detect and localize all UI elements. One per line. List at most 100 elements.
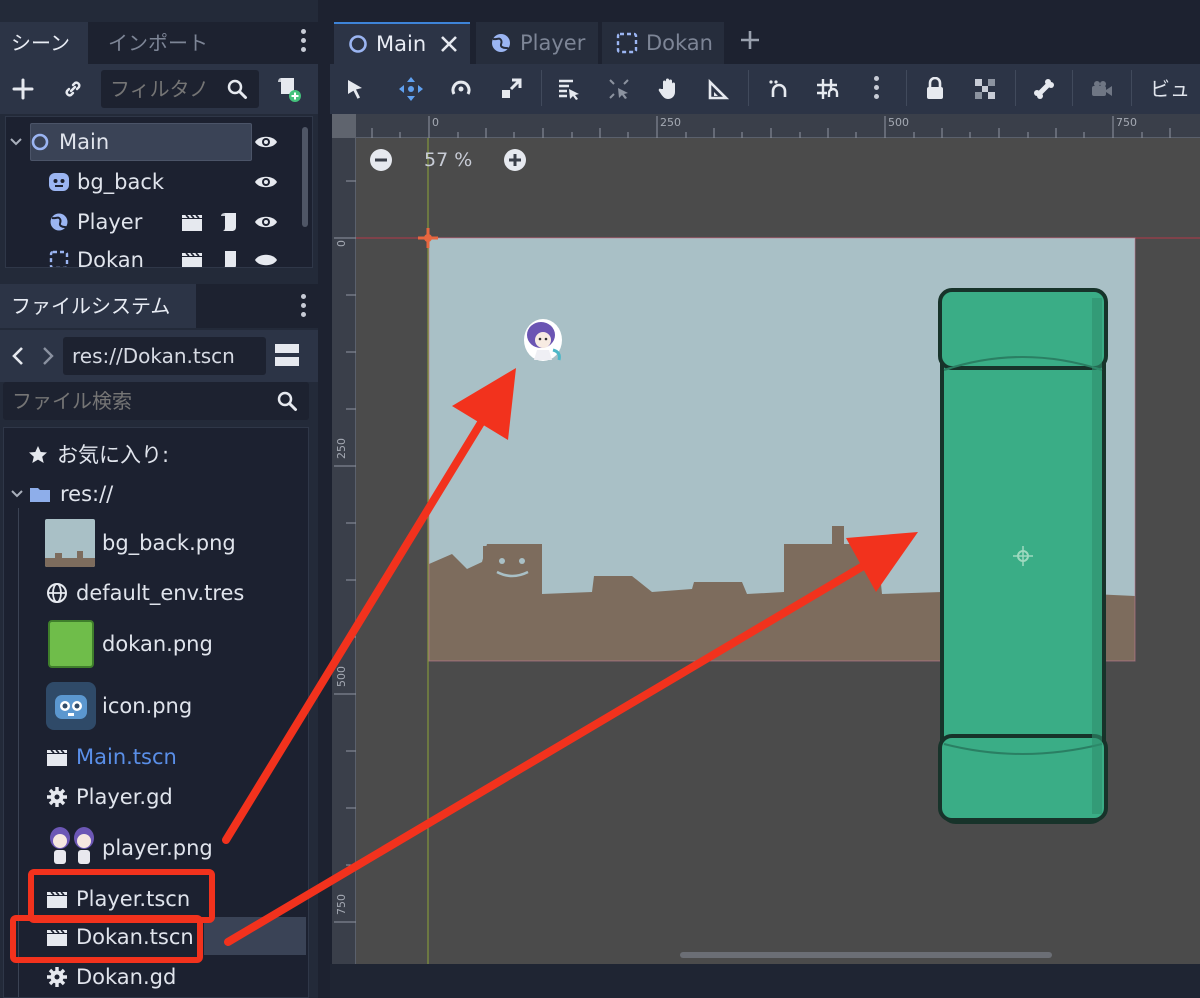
add-script-icon[interactable] (274, 73, 304, 105)
visibility-eye-icon[interactable] (254, 132, 278, 152)
script-icon[interactable] (218, 249, 240, 267)
tree-item-label: Dokan (77, 248, 144, 268)
visibility-eye-icon[interactable] (254, 172, 278, 192)
zoom-level-label[interactable]: 57 % (424, 148, 472, 172)
scene-filter-field[interactable] (101, 70, 259, 108)
file-name: icon.png (102, 694, 193, 718)
group-icon[interactable] (971, 75, 999, 103)
visibility-eye-icon[interactable] (254, 250, 278, 267)
smart-snap-icon[interactable] (765, 75, 793, 103)
dokan-pipe-sprite[interactable] (938, 288, 1108, 824)
green-pipe-thumbnail-icon (48, 620, 94, 668)
new-tab-plus-icon[interactable] (736, 26, 764, 54)
tree-item-bg-back[interactable]: bg_back (6, 163, 306, 201)
zoom-out-icon[interactable] (369, 148, 393, 172)
back-arrow-icon[interactable] (8, 342, 28, 370)
scene-filter-input[interactable] (110, 70, 220, 108)
godot-robot-thumbnail-icon (46, 682, 96, 730)
tree-item-player[interactable]: Player (6, 203, 306, 241)
tab-filesystem[interactable]: ファイルシステム (0, 284, 196, 328)
rotate-tool-icon[interactable] (447, 75, 475, 103)
sprite-icon (48, 172, 70, 192)
res-root-label: res:// (60, 482, 114, 506)
scene-dock-tabbar: シーン インポート (0, 22, 318, 64)
search-icon (225, 77, 249, 101)
file-row-player-png[interactable]: player.png (4, 822, 308, 874)
file-row-dokan-tscn[interactable]: Dokan.tscn (4, 915, 308, 959)
area-frame-icon (616, 32, 638, 54)
add-node-icon[interactable] (8, 74, 38, 104)
viewport-horizontal-scrollbar[interactable] (680, 952, 1052, 958)
favorites-row[interactable]: お気に入り: (4, 433, 308, 477)
clapper-icon[interactable] (180, 250, 204, 267)
file-search-field[interactable] (3, 382, 309, 420)
scale-tool-icon[interactable] (497, 75, 525, 103)
grid-snap-icon[interactable] (813, 75, 841, 103)
tab-import[interactable]: インポート (97, 22, 227, 64)
chevron-down-icon[interactable] (9, 135, 23, 149)
image-thumbnail-icon (45, 519, 95, 567)
search-icon (275, 389, 299, 413)
snap-options-menu-icon[interactable] (874, 76, 880, 103)
toolbar-separator (1015, 70, 1016, 106)
globe-instance-icon (490, 32, 512, 54)
file-name: default_env.tres (76, 581, 245, 605)
file-name: Player.gd (76, 785, 173, 809)
filesystem-path-field[interactable] (63, 337, 266, 375)
res-root-row[interactable]: res:// (4, 472, 308, 516)
filesystem-path-input[interactable] (72, 337, 262, 375)
file-row-player-gd[interactable]: Player.gd (4, 775, 308, 819)
move-tool-icon[interactable] (397, 75, 425, 103)
lock-icon[interactable] (921, 75, 949, 103)
select-arrow-icon[interactable] (341, 75, 369, 103)
node2d-circle-icon (348, 34, 368, 54)
tab-dokan[interactable]: Dokan (602, 22, 724, 64)
tab-main[interactable]: Main (334, 22, 470, 64)
close-icon[interactable] (440, 35, 458, 53)
player-sprite[interactable] (524, 319, 562, 361)
tab-scene[interactable]: シーン (0, 22, 88, 64)
clapper-icon (46, 889, 68, 909)
zoom-in-icon[interactable] (503, 148, 527, 172)
file-name: dokan.png (102, 632, 213, 656)
list-select-icon[interactable] (555, 75, 583, 103)
file-search-input[interactable] (12, 382, 252, 420)
split-mode-icon[interactable] (273, 340, 301, 370)
file-row-dokan-gd[interactable]: Dokan.gd (4, 955, 308, 997)
file-row-default-env[interactable]: default_env.tres (4, 571, 308, 615)
script-icon[interactable] (218, 211, 240, 233)
tree-item-main[interactable]: Main (6, 123, 306, 161)
canvas-viewport[interactable]: 0 250 500 750 0 250 500 750 57 % (332, 114, 1200, 964)
scene-dock-menu-icon[interactable] (301, 29, 307, 56)
scene-canvas[interactable] (332, 114, 1200, 964)
clapper-icon[interactable] (180, 212, 204, 232)
tree-item-dokan[interactable]: Dokan (6, 241, 306, 268)
file-name: Main.tscn (76, 745, 177, 769)
favorites-label: お気に入り: (57, 443, 170, 467)
pan-hand-icon[interactable] (655, 75, 683, 103)
bottom-panel-strip (330, 964, 1200, 998)
link-icon[interactable] (58, 74, 88, 104)
bone-icon[interactable] (1030, 75, 1058, 103)
file-name: Dokan.gd (76, 965, 177, 989)
filesystem-dock-tabbar: ファイルシステム (0, 284, 318, 328)
file-row-bg-back-png[interactable]: bg_back.png (4, 518, 308, 568)
file-row-icon-png[interactable]: icon.png (4, 680, 308, 732)
toolbar-separator (1072, 70, 1073, 106)
ruler-tool-icon[interactable] (705, 75, 733, 103)
pivot-tool-icon[interactable] (605, 75, 633, 103)
folder-icon (28, 484, 52, 504)
filesystem-dock-menu-icon[interactable] (301, 294, 307, 321)
file-name: Dokan.tscn (76, 925, 194, 949)
file-name: player.png (102, 836, 213, 860)
toolbar-separator (748, 70, 749, 106)
visibility-eye-icon[interactable] (254, 212, 278, 232)
toolbar-separator (906, 70, 907, 106)
forward-arrow-icon[interactable] (38, 342, 58, 370)
file-row-dokan-png[interactable]: dokan.png (4, 618, 308, 670)
file-row-main-tscn[interactable]: Main.tscn (4, 735, 308, 779)
filesystem-tree: お気に入り: res:// bg_back.png default_env.tr… (3, 427, 309, 998)
chevron-down-icon[interactable] (10, 488, 24, 500)
tab-player[interactable]: Player (476, 22, 598, 64)
camera-icon[interactable] (1088, 75, 1116, 103)
